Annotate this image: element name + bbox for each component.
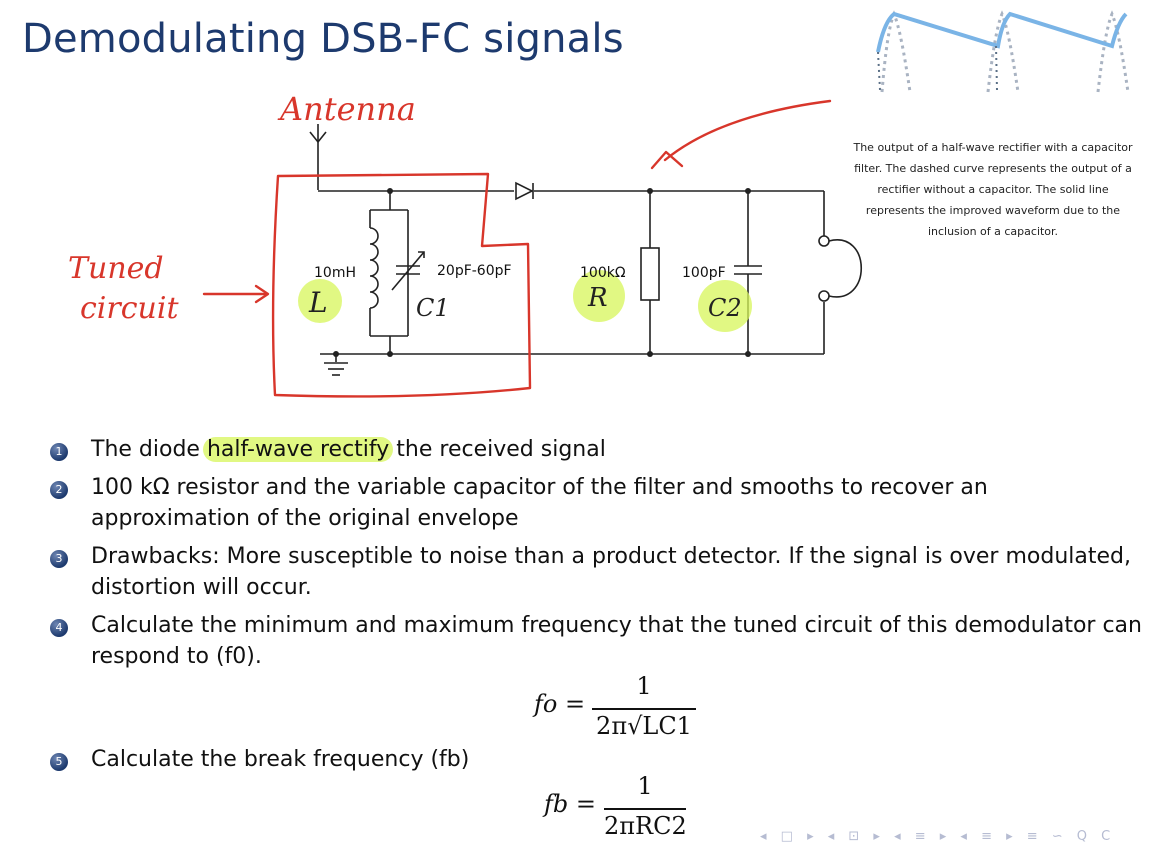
capacitor-value: 100pF — [682, 265, 726, 281]
item-text: Calculate the minimum and maximum freque… — [91, 613, 1142, 669]
formula-f0-numerator: 1 — [636, 672, 652, 700]
formula-fb-denominator: 2πRC2 — [604, 812, 687, 840]
fraction-bar — [592, 708, 696, 710]
item-number-badge: 4 — [50, 619, 68, 637]
item-number-badge: 1 — [50, 443, 68, 461]
list-item: 4 Calculate the minimum and maximum freq… — [46, 610, 1151, 672]
list-item: 1 The diode half-wave rectify the receiv… — [46, 434, 1151, 465]
beamer-navigation-bar[interactable]: ◂ □ ▸ ◂ ⊡ ▸ ◂ ≡ ▸ ◂ ≡ ▸ ≡ ∽ Q C — [760, 829, 1115, 844]
inductor-value: 10mH — [314, 265, 356, 281]
item-number-badge: 5 — [50, 753, 68, 771]
item-text: Drawbacks: More susceptible to noise tha… — [91, 544, 1131, 600]
inset-caption: The output of a half-wave rectifier with… — [853, 141, 1133, 238]
tuned-annotation-line1: Tuned — [68, 251, 164, 286]
resistor-value: 100kΩ — [580, 265, 626, 281]
antenna-annotation: Antenna — [277, 90, 416, 128]
symbol-C2: C2 — [708, 294, 742, 322]
symbol-L: L — [308, 286, 328, 319]
tuned-annotation-line2: circuit — [80, 291, 179, 326]
item-number-badge: 2 — [50, 481, 68, 499]
formula-f0-lhs: fo = — [534, 690, 586, 718]
symbol-C1: C1 — [416, 294, 450, 322]
circuit-wires — [309, 124, 862, 376]
formula-f0: fo = 1 2π√LC1 — [534, 672, 714, 742]
highlighted-phrase: half-wave rectify — [202, 437, 394, 462]
bullet-list: 1 The diode half-wave rectify the receiv… — [46, 434, 1151, 772]
list-item: 3 Drawbacks: More susceptible to noise t… — [46, 541, 1151, 603]
item-text-post: the received signal — [389, 437, 606, 462]
varcap-value: 20pF-60pF — [437, 263, 512, 279]
list-item: 5 Calculate the break frequency (fb) — [46, 744, 469, 775]
formula-fb-numerator: 1 — [637, 772, 653, 800]
tuned-circuit-outline — [202, 99, 832, 398]
item-number-badge: 3 — [50, 550, 68, 568]
item-text: Calculate the break frequency (fb) — [91, 747, 470, 772]
item-text-pre: The diode — [91, 437, 207, 462]
item-text: 100 kΩ resistor and the variable capacit… — [91, 475, 988, 531]
formula-fb: fb = 1 2πRC2 — [544, 772, 704, 842]
formula-fb-lhs: fb = — [544, 790, 596, 818]
list-item: 2 100 kΩ resistor and the variable capac… — [46, 472, 1151, 534]
symbol-R: R — [587, 283, 608, 313]
formula-f0-denominator: 2π√LC1 — [596, 712, 692, 740]
fraction-bar — [604, 808, 686, 810]
rectifier-waveform-figure — [876, 10, 1130, 93]
